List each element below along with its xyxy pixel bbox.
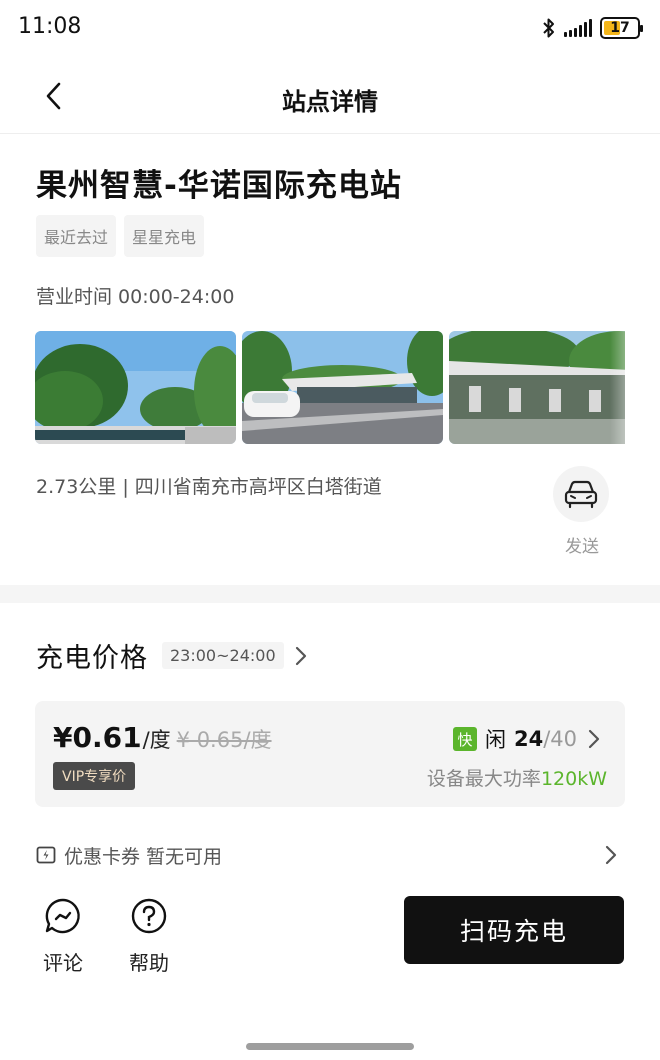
price-section-title: 充电价格 bbox=[36, 643, 148, 674]
photo-gallery[interactable] bbox=[35, 331, 625, 444]
help-button[interactable]: 帮助 bbox=[124, 897, 174, 976]
price-header[interactable]: 充电价格 23:00~24:00 bbox=[36, 636, 314, 675]
chevron-right-icon bbox=[587, 727, 601, 751]
coupon-status: 暂无可用 bbox=[146, 845, 223, 868]
status-bar: 11:08 17 bbox=[0, 0, 660, 58]
station-address: 2.73公里 | 四川省南充市高坪区白塔街道 bbox=[36, 476, 382, 498]
send-to-car-button[interactable]: 发送 bbox=[553, 466, 611, 557]
original-price: ¥ 0.65/度 bbox=[176, 728, 272, 752]
fast-charge-badge: 快 bbox=[452, 727, 477, 751]
max-power-label: 设备最大功率 bbox=[426, 768, 541, 790]
idle-label: 闲 bbox=[484, 728, 506, 752]
nav-bar: 站点详情 bbox=[0, 58, 660, 134]
send-label: 发送 bbox=[565, 537, 599, 557]
charger-availability[interactable]: 快 闲 24 /40 bbox=[452, 724, 601, 754]
tag-operator: 星星充电 bbox=[124, 215, 205, 257]
station-photo-1[interactable] bbox=[35, 331, 236, 444]
comment-icon bbox=[45, 898, 80, 934]
vip-badge: VIP专享价 bbox=[53, 762, 136, 790]
price-card[interactable]: ¥0.61 /度 ¥ 0.65/度 VIP专享价 快 闲 24 /40 设备最大… bbox=[35, 701, 625, 807]
price-main: ¥0.61 /度 ¥ 0.65/度 bbox=[53, 721, 272, 754]
station-tags: 最近去过 星星充电 bbox=[36, 215, 205, 257]
status-time: 11:08 bbox=[18, 14, 82, 39]
comment-label: 评论 bbox=[43, 951, 83, 975]
price-time-range: 23:00~24:00 bbox=[162, 642, 284, 669]
section-divider bbox=[0, 585, 660, 603]
chevron-right-icon bbox=[294, 644, 314, 668]
status-icons: 17 bbox=[542, 17, 643, 39]
bluetooth-icon bbox=[543, 18, 554, 38]
battery-level: 17 bbox=[610, 20, 630, 36]
signal-icon bbox=[564, 19, 592, 37]
comment-button[interactable]: 评论 bbox=[38, 897, 88, 976]
business-hours: 营业时间 00:00-24:00 bbox=[36, 286, 235, 308]
coupon-row[interactable]: 优惠卡券 暂无可用 bbox=[36, 840, 624, 870]
current-price: ¥0.61 bbox=[53, 721, 142, 754]
home-indicator[interactable] bbox=[246, 1043, 414, 1050]
page-title: 站点详情 bbox=[282, 88, 378, 116]
scan-to-charge-button[interactable]: 扫码充电 bbox=[404, 896, 624, 964]
tag-recent: 最近去过 bbox=[36, 215, 117, 257]
help-icon bbox=[131, 898, 167, 934]
car-icon bbox=[564, 480, 598, 509]
idle-count: 24 bbox=[513, 727, 544, 751]
station-name: 果州智慧-华诺国际充电站 bbox=[36, 168, 402, 204]
battery-icon: 17 bbox=[600, 17, 643, 39]
station-photo-3[interactable] bbox=[449, 331, 625, 444]
station-photo-2[interactable] bbox=[242, 331, 443, 444]
price-unit: /度 bbox=[142, 728, 171, 752]
max-power: 设备最大功率120kW bbox=[427, 764, 607, 791]
lightning-card-icon bbox=[36, 846, 56, 864]
max-power-value: 120kW bbox=[540, 768, 607, 790]
help-label: 帮助 bbox=[129, 951, 169, 975]
chevron-right-icon bbox=[605, 845, 617, 865]
coupon-label: 优惠卡券 bbox=[64, 845, 141, 868]
total-count: /40 bbox=[543, 727, 577, 751]
